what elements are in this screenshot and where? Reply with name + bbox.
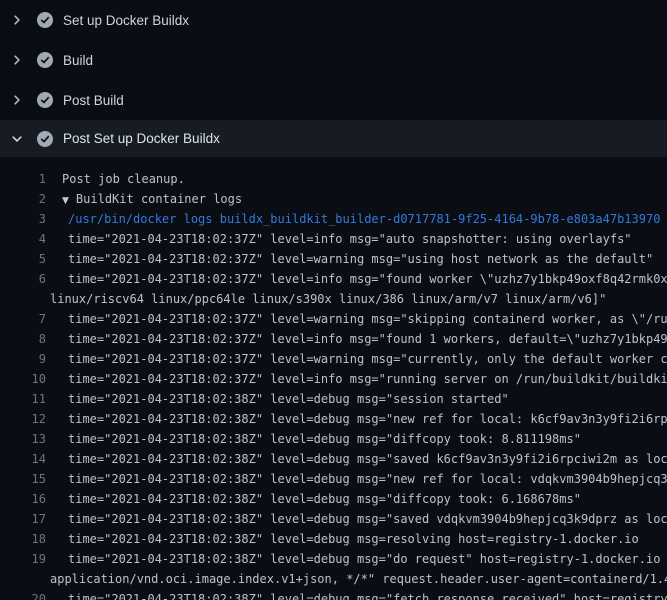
log-line-text: application/vnd.oci.image.index.v1+json,… (50, 572, 667, 586)
log-row: 5 time="2021-04-23T18:02:37Z" level=warni… (0, 249, 667, 269)
log-line-text: time="2021-04-23T18:02:37Z" level=warnin… (68, 312, 667, 326)
log-row: 11 time="2021-04-23T18:02:38Z" level=debu… (0, 389, 667, 409)
log-line-text: time="2021-04-23T18:02:37Z" level=info m… (68, 232, 632, 246)
log-row: 9 time="2021-04-23T18:02:37Z" level=warni… (0, 349, 667, 369)
check-circle-icon (37, 131, 53, 147)
chevron-right-icon (10, 13, 24, 27)
line-number[interactable]: 2 (0, 192, 46, 206)
log-area: 1 Post job cleanup. 2 ▼ BuildKit container l… (0, 157, 667, 600)
check-circle-icon (37, 92, 53, 108)
steps-list: Set up Docker Buildx Build Post Build Post … (0, 0, 667, 157)
line-number[interactable]: 6 (0, 272, 46, 286)
line-number[interactable]: 12 (0, 412, 46, 426)
log-line-text: /usr/bin/docker logs buildx_buildkit_bui… (68, 212, 660, 226)
step-row[interactable]: Build (0, 40, 667, 80)
log-line-text: time="2021-04-23T18:02:38Z" level=debug … (68, 432, 581, 446)
log-line-text: time="2021-04-23T18:02:38Z" level=debug … (68, 532, 639, 546)
step-row[interactable]: Set up Docker Buildx (0, 0, 667, 40)
log-line-text: time="2021-04-23T18:02:38Z" level=debug … (68, 412, 667, 426)
log-line-text: time="2021-04-23T18:02:37Z" level=info m… (68, 332, 667, 346)
log-row: 16 time="2021-04-23T18:02:38Z" level=debu… (0, 489, 667, 509)
log-line-text: linux/riscv64 linux/ppc64le linux/s390x … (50, 292, 606, 306)
log-line-text: time="2021-04-23T18:02:38Z" level=debug … (68, 592, 667, 600)
log-line-text: time="2021-04-23T18:02:37Z" level=warnin… (68, 252, 653, 266)
line-number[interactable]: 16 (0, 492, 46, 506)
log-row: 8 time="2021-04-23T18:02:37Z" level=info … (0, 329, 667, 349)
log-row: 6 time="2021-04-23T18:02:37Z" level=info … (0, 269, 667, 289)
log-row: 12 time="2021-04-23T18:02:38Z" level=debu… (0, 409, 667, 429)
line-number[interactable]: 7 (0, 312, 46, 326)
line-number[interactable]: 4 (0, 232, 46, 246)
line-number[interactable]: 1 (0, 172, 46, 186)
line-number[interactable]: 17 (0, 512, 46, 526)
log-row: 7 time="2021-04-23T18:02:37Z" level=warni… (0, 309, 667, 329)
log-row: 15 time="2021-04-23T18:02:38Z" level=debu… (0, 469, 667, 489)
log-line-text: time="2021-04-23T18:02:38Z" level=debug … (68, 492, 581, 506)
log-row: 19 time="2021-04-23T18:02:38Z" level=debu… (0, 549, 667, 569)
log-line-text: time="2021-04-23T18:02:38Z" level=debug … (68, 392, 509, 406)
log-group-label: BuildKit container logs (76, 192, 242, 206)
log-row: 20 time="2021-04-23T18:02:38Z" level=debu… (0, 589, 667, 600)
log-row: 1 Post job cleanup. (0, 169, 667, 189)
line-number[interactable]: 11 (0, 392, 46, 406)
log-line-text: time="2021-04-23T18:02:38Z" level=debug … (68, 452, 667, 466)
log-row: 10 time="2021-04-23T18:02:37Z" level=info… (0, 369, 667, 389)
chevron-right-icon (10, 53, 24, 67)
step-label: Post Build (63, 93, 124, 108)
line-number[interactable]: 5 (0, 252, 46, 266)
chevron-down-icon (10, 132, 24, 146)
line-number[interactable]: 8 (0, 332, 46, 346)
step-label: Set up Docker Buildx (63, 13, 189, 28)
line-number[interactable]: 3 (0, 212, 46, 226)
log-line-text: time="2021-04-23T18:02:37Z" level=info m… (68, 272, 667, 286)
check-circle-icon (37, 52, 53, 68)
log-group-header[interactable]: ▼ BuildKit container logs (62, 192, 242, 206)
log-line-text: time="2021-04-23T18:02:38Z" level=debug … (68, 472, 667, 486)
log-row: 3/usr/bin/docker logs buildx_buildkit_bu… (0, 209, 667, 229)
log-line-text: time="2021-04-23T18:02:37Z" level=info m… (68, 372, 667, 386)
line-number[interactable]: 20 (0, 592, 46, 600)
step-row[interactable]: Post Build (0, 80, 667, 120)
chevron-right-icon (10, 93, 24, 107)
log-row: 2 ▼ BuildKit container logs (0, 189, 667, 209)
line-number[interactable]: 18 (0, 532, 46, 546)
line-number[interactable]: 10 (0, 372, 46, 386)
log-row: application/vnd.oci.image.index.v1+json,… (0, 569, 667, 589)
step-label: Post Set up Docker Buildx (63, 131, 220, 146)
line-number[interactable]: 14 (0, 452, 46, 466)
log-line-text: time="2021-04-23T18:02:38Z" level=debug … (68, 552, 667, 566)
disclosure-triangle-icon: ▼ (62, 196, 69, 206)
log-row: 13 time="2021-04-23T18:02:38Z" level=debu… (0, 429, 667, 449)
log-row: 17 time="2021-04-23T18:02:38Z" level=debu… (0, 509, 667, 529)
log-row: linux/riscv64 linux/ppc64le linux/s390x … (0, 289, 667, 309)
log-line-text: time="2021-04-23T18:02:37Z" level=warnin… (68, 352, 667, 366)
step-label: Build (63, 53, 93, 68)
log-row: 14 time="2021-04-23T18:02:38Z" level=debu… (0, 449, 667, 469)
log-line-text: time="2021-04-23T18:02:38Z" level=debug … (68, 512, 667, 526)
log-row: 4 time="2021-04-23T18:02:37Z" level=info … (0, 229, 667, 249)
line-number[interactable]: 9 (0, 352, 46, 366)
check-circle-icon (37, 12, 53, 28)
line-number[interactable]: 19 (0, 552, 46, 566)
step-row[interactable]: Post Set up Docker Buildx (0, 120, 667, 157)
line-number[interactable]: 13 (0, 432, 46, 446)
log-line-text: Post job cleanup. (62, 172, 185, 186)
line-number[interactable]: 15 (0, 472, 46, 486)
log-row: 18 time="2021-04-23T18:02:38Z" level=debu… (0, 529, 667, 549)
